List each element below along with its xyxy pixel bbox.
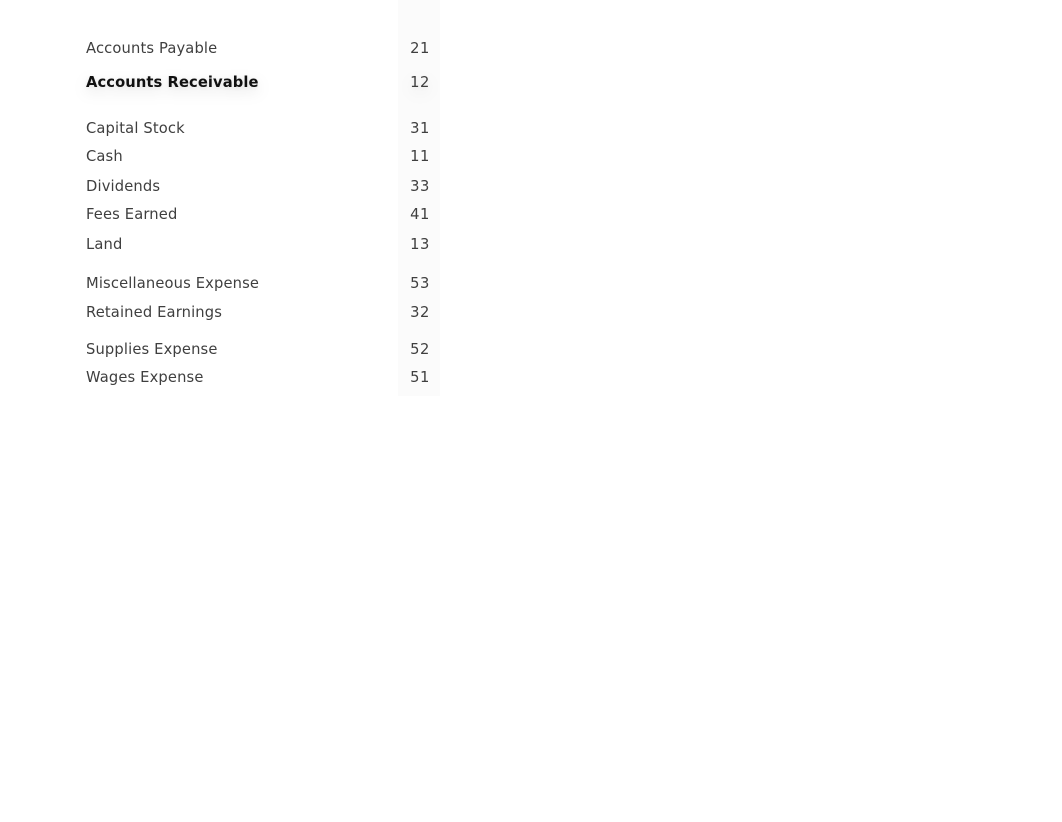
account-row[interactable]: Fees Earned 41 — [86, 205, 430, 225]
account-row[interactable]: Cash 11 — [86, 147, 430, 167]
number-column-band — [398, 0, 440, 396]
account-name: Dividends — [86, 178, 161, 195]
account-name: Capital Stock — [86, 120, 185, 137]
account-name: Accounts Payable — [86, 40, 218, 57]
account-row[interactable]: Capital Stock 31 — [86, 119, 430, 139]
account-number: 31 — [410, 120, 430, 137]
account-row[interactable]: Accounts Receivable 12 — [86, 73, 430, 93]
account-number: 11 — [410, 148, 430, 165]
account-number: 13 — [410, 236, 430, 253]
account-name: Accounts Receivable — [86, 74, 259, 91]
account-row[interactable]: Land 13 — [86, 235, 430, 255]
account-row[interactable]: Retained Earnings 32 — [86, 303, 430, 323]
account-number: 33 — [410, 178, 430, 195]
account-number: 41 — [410, 206, 430, 223]
account-number: 53 — [410, 275, 430, 292]
account-row[interactable]: Accounts Payable 21 — [86, 39, 430, 59]
account-row[interactable]: Miscellaneous Expense 53 — [86, 274, 430, 294]
account-name: Supplies Expense — [86, 341, 218, 358]
account-number: 21 — [410, 40, 430, 57]
account-row[interactable]: Dividends 33 — [86, 177, 430, 197]
account-name: Wages Expense — [86, 369, 204, 386]
account-number: 51 — [410, 369, 430, 386]
account-number: 12 — [410, 74, 430, 91]
account-name: Miscellaneous Expense — [86, 275, 260, 292]
account-name: Cash — [86, 148, 123, 165]
account-row[interactable]: Supplies Expense 52 — [86, 340, 430, 360]
account-row[interactable]: Wages Expense 51 — [86, 368, 430, 388]
account-name: Fees Earned — [86, 206, 178, 223]
account-name: Land — [86, 236, 123, 253]
account-number: 32 — [410, 304, 430, 321]
account-name: Retained Earnings — [86, 304, 223, 321]
account-number: 52 — [410, 341, 430, 358]
